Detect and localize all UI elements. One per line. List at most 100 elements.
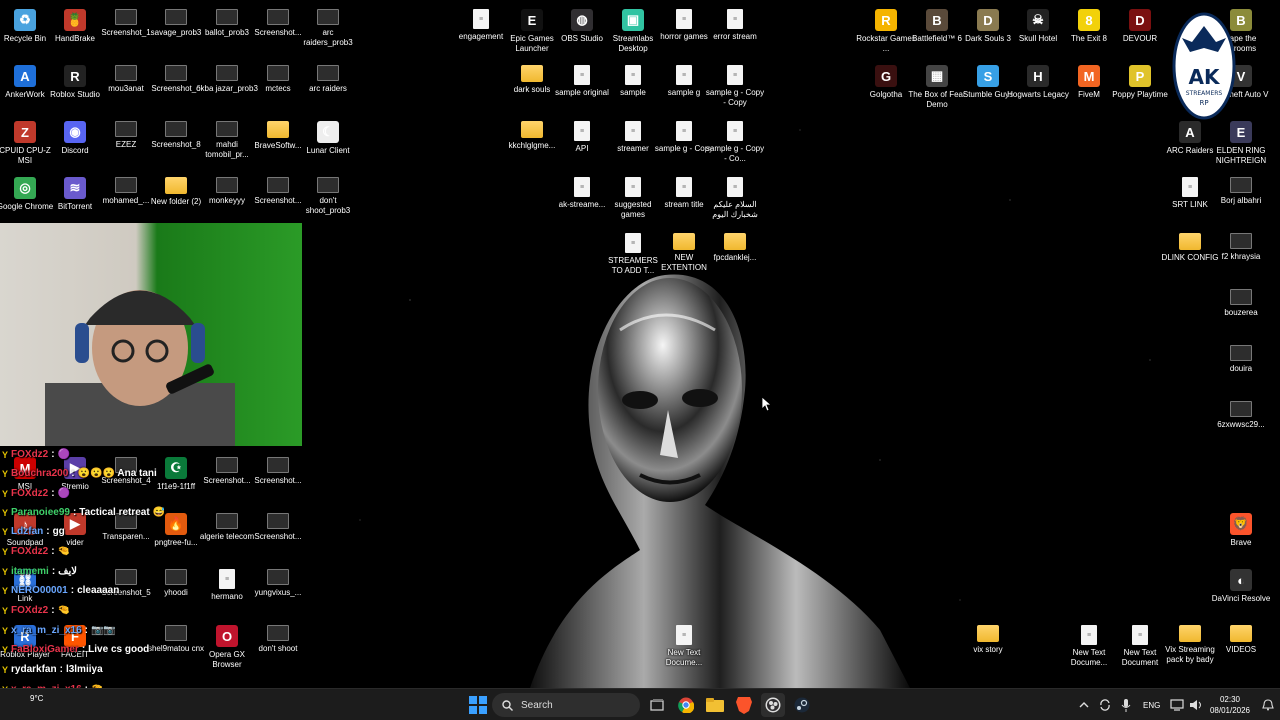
- desktop-icon-cpuz[interactable]: Z CPUID CPU-Z MSI: [0, 117, 51, 173]
- desktop-icon-label: 6zxwwsc29...: [1217, 420, 1265, 429]
- desktop-icon-mahdi[interactable]: mahdi tomobil_pr...: [202, 117, 252, 173]
- desktop-icon-shot_a[interactable]: Screenshot...: [253, 5, 303, 61]
- desktop-icon-samplegcopy[interactable]: ≡ sample g - Copy: [655, 117, 713, 173]
- desktop-icon-sample[interactable]: ≡ sample: [608, 61, 658, 117]
- desktop-icon-arcraid[interactable]: arc raiders: [303, 61, 353, 117]
- desktop-icon-salam[interactable]: ≡ السلام عليكم شخبارك اليوم: [710, 173, 760, 229]
- desktop-icon-brave[interactable]: 🦁 Brave: [1216, 509, 1266, 565]
- desktop-icon-errstream[interactable]: ≡ error stream: [710, 5, 760, 61]
- desktop[interactable]: ♻ Recycle Bin 🍍 HandBrake Screenshot_1 savage…: [0, 0, 1280, 714]
- desktop-icon-ankerwork[interactable]: A AnkerWork: [0, 61, 50, 117]
- desktop-icon-dontshoot3[interactable]: don't shoot_prob3: [303, 173, 353, 229]
- desktop-icon-srtlink[interactable]: ≡ SRT LINK: [1165, 173, 1215, 229]
- desktop-icon-sampleg[interactable]: ≡ sample g: [659, 61, 709, 117]
- desktop-icon-skull[interactable]: ☠ Skull Hotel: [1013, 5, 1063, 61]
- desktop-icon-exit8[interactable]: 8 The Exit 8: [1064, 5, 1114, 61]
- notification-button[interactable]: [1256, 693, 1280, 717]
- desktop-icon-fpcdank[interactable]: fpcdanklej...: [710, 229, 760, 285]
- desktop-icon-streamtitle[interactable]: ≡ stream title: [659, 173, 709, 229]
- desktop-icon-boxfear[interactable]: ▦ The Box of Fear Demo: [908, 61, 966, 117]
- desktop-icon-6zxw[interactable]: 6zxwwsc29...: [1216, 397, 1266, 453]
- taskbar-file-explorer[interactable]: [703, 693, 727, 717]
- desktop-icon-obs[interactable]: ◍ OBS Studio: [557, 5, 607, 61]
- desktop-icon-vixpack[interactable]: Vix Streaming pack by bady: [1165, 621, 1215, 677]
- tray-volume[interactable]: [1184, 693, 1208, 717]
- desktop-icon-davinci[interactable]: ◐ DaVinci Resolve: [1212, 565, 1270, 621]
- text-file-icon: ≡: [625, 233, 641, 253]
- desktop-icon-engagement[interactable]: ≡ engagement: [456, 5, 506, 61]
- task-view-button[interactable]: [645, 693, 669, 717]
- desktop-icon-api[interactable]: ≡ API: [557, 117, 607, 173]
- desktop-icon-hogwarts[interactable]: H Hogwarts Legacy: [1007, 61, 1069, 117]
- desktop-icon-darksouls[interactable]: dark souls: [507, 61, 557, 117]
- desktop-icon-stumble[interactable]: S Stumble Guys: [963, 61, 1013, 117]
- taskbar-search[interactable]: Search: [492, 693, 640, 717]
- desktop-icon-bittorrent[interactable]: ≋ BitTorrent: [50, 173, 100, 229]
- desktop-icon-bravesoft[interactable]: BraveSoftw...: [253, 117, 303, 173]
- desktop-icon-devour[interactable]: D DEVOUR: [1115, 5, 1165, 61]
- desktop-icon-borj[interactable]: Borj albahri: [1216, 173, 1266, 229]
- desktop-icon-golgotha[interactable]: G Golgotha: [861, 61, 911, 117]
- desktop-icon-vixstory[interactable]: vix story: [963, 621, 1013, 677]
- tray-microphone[interactable]: [1114, 693, 1138, 717]
- desktop-icon-samplegcopycopy[interactable]: ≡ sample g - Copy - Copy: [706, 61, 764, 117]
- desktop-icon-shot8[interactable]: Screenshot_8: [151, 117, 201, 173]
- desktop-icon-recycle[interactable]: ♻ Recycle Bin: [0, 5, 50, 61]
- desktop-icon-sampleorig[interactable]: ≡ sample original: [555, 61, 609, 117]
- desktop-icon-shot_b[interactable]: Screenshot...: [253, 173, 303, 229]
- desktop-icon-newext[interactable]: NEW EXTENTION: [659, 229, 709, 285]
- desktop-icon-shot1[interactable]: Screenshot_1: [101, 5, 151, 61]
- start-button[interactable]: [466, 693, 490, 717]
- desktop-icon-ds3[interactable]: D Dark Souls 3: [963, 5, 1013, 61]
- desktop-icon-chrome[interactable]: ◎ Google Chrome: [0, 173, 53, 229]
- desktop-icon-fivem[interactable]: M FiveM: [1064, 61, 1114, 117]
- taskbar-obs[interactable]: [761, 693, 785, 717]
- desktop-icon-roblox[interactable]: R Roblox Studio: [50, 61, 100, 117]
- desktop-icon-streamlabs[interactable]: ▣ Streamlabs Desktop: [608, 5, 658, 61]
- chat-message: Yx_ra_m_zi_x16 : 📷📷: [2, 625, 116, 636]
- desktop-icon-shot6[interactable]: Screenshot_6: [151, 61, 201, 117]
- desktop-icon-kkchl[interactable]: kkchlglgme...: [507, 117, 557, 173]
- desktop-icon-lunar[interactable]: ☾ Lunar Client: [303, 117, 353, 173]
- desktop-icon-newfolder2[interactable]: New folder (2): [151, 173, 201, 229]
- desktop-icon-streamerstoadd[interactable]: ≡ STREAMERS TO ADD T...: [608, 229, 658, 285]
- desktop-icon-epic[interactable]: E Epic Games Launcher: [507, 5, 557, 61]
- desktop-icon-suggested[interactable]: ≡ suggested games: [608, 173, 658, 229]
- desktop-icon-discord[interactable]: ◉ Discord: [50, 117, 100, 173]
- desktop-icon-okba[interactable]: okba jazar_prob3: [196, 61, 258, 117]
- taskbar-chrome[interactable]: [674, 693, 698, 717]
- desktop-icon-arcraid3[interactable]: arc raiders_prob3: [303, 5, 353, 61]
- folder-icon: [165, 177, 187, 194]
- desktop-icon-streamer[interactable]: ≡ streamer: [608, 117, 658, 173]
- desktop-icon-poppy[interactable]: P Poppy Playtime: [1112, 61, 1168, 117]
- language-indicator[interactable]: ENG: [1143, 701, 1160, 710]
- desktop-icon-f2kh[interactable]: f2 khraysia: [1216, 229, 1266, 285]
- desktop-icon-mohamed[interactable]: mohamed_...: [101, 173, 151, 229]
- taskbar-brave[interactable]: [732, 693, 756, 717]
- desktop-icon-newtext2[interactable]: ≡ New Text Document: [1115, 621, 1165, 677]
- desktop-icon-ezez[interactable]: EZEZ: [101, 117, 151, 173]
- desktop-icon-mou3anat[interactable]: mou3anat: [101, 61, 151, 117]
- desktop-icon-mctecs[interactable]: mctecs: [253, 61, 303, 117]
- desktop-icon-douira[interactable]: douira: [1216, 341, 1266, 397]
- desktop-icon-arcraidersapp[interactable]: A ARC Raiders: [1165, 117, 1215, 173]
- taskbar-steam[interactable]: [790, 693, 814, 717]
- desktop-icon-monkeyyy[interactable]: monkeyyy: [202, 173, 252, 229]
- weather-temp[interactable]: 9°C: [30, 694, 43, 703]
- desktop-icon-eldenring[interactable]: E ELDEN RING NIGHTREIGN: [1216, 117, 1266, 173]
- desktop-icon-samplegcopyco[interactable]: ≡ sample g - Copy - Co...: [706, 117, 764, 173]
- desktop-icon-dlink[interactable]: DLINK CONFIG: [1162, 229, 1218, 285]
- clock[interactable]: 02:30 08/01/2026: [1208, 694, 1252, 716]
- desktop-icon-newtext1[interactable]: ≡ New Text Docume...: [1064, 621, 1114, 677]
- desktop-icon-savage[interactable]: savage_prob3: [151, 5, 201, 61]
- desktop-icon-akstreame[interactable]: ≡ ak-streame...: [557, 173, 607, 229]
- desktop-icon-horror[interactable]: ≡ horror games: [659, 5, 709, 61]
- ankerwork-icon: A: [14, 65, 36, 87]
- desktop-icon-bf6[interactable]: B Battlefield™ 6: [912, 5, 962, 61]
- desktop-icon-rockstar[interactable]: R Rockstar Games ...: [856, 5, 916, 61]
- desktop-icon-newtextmid[interactable]: ≡ New Text Docume...: [659, 621, 709, 677]
- desktop-icon-ballot[interactable]: ballot_prob3: [202, 5, 252, 61]
- desktop-icon-videos[interactable]: VIDEOS: [1216, 621, 1266, 677]
- desktop-icon-handbrake[interactable]: 🍍 HandBrake: [50, 5, 100, 61]
- desktop-icon-bouzerea[interactable]: bouzerea: [1216, 285, 1266, 341]
